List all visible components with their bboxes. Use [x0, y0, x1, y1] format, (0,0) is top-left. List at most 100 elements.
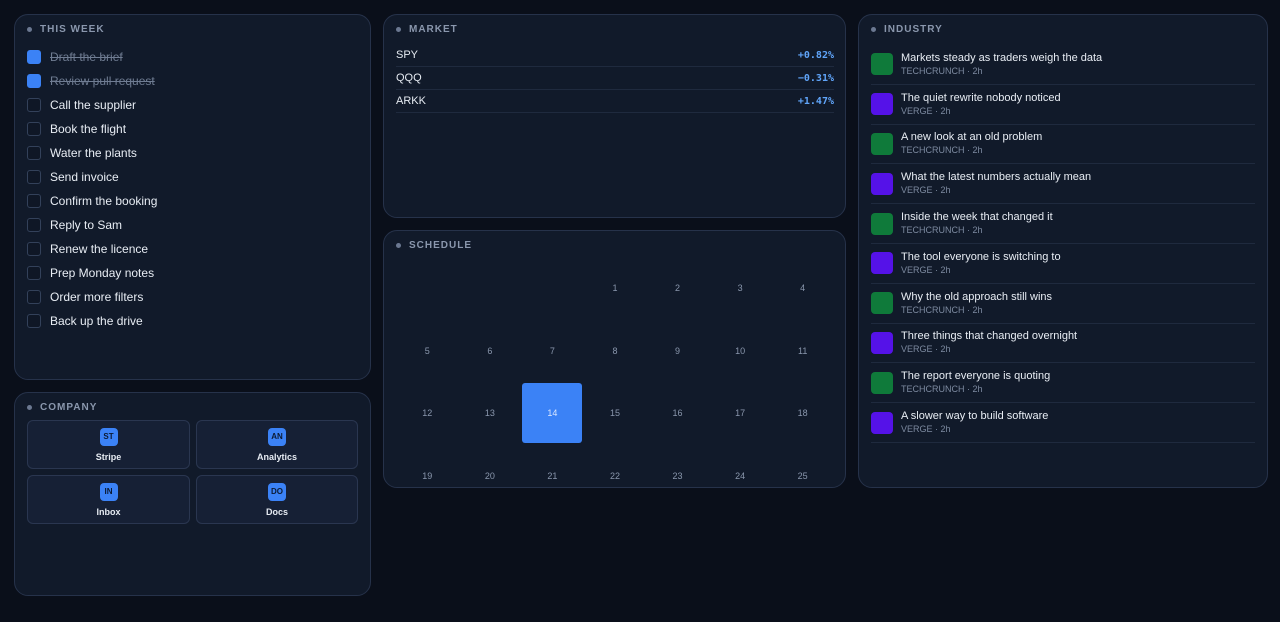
todo-label: Back up the drive [50, 314, 143, 328]
checkbox[interactable] [27, 98, 41, 112]
app-tile-stripe[interactable]: ST Stripe [27, 420, 190, 469]
calendar-day[interactable]: 17 [709, 382, 772, 445]
news-meta: TECHCRUNCH · 2h [901, 65, 983, 76]
calendar-day[interactable]: 22 [584, 445, 647, 488]
bullet-icon [27, 27, 32, 32]
news-meta: VERGE · 2h [901, 185, 951, 196]
todo-item[interactable]: Book the flight [27, 117, 357, 141]
checkbox[interactable] [27, 146, 41, 160]
app-tile-inbox[interactable]: IN Inbox [27, 475, 190, 524]
news-item[interactable]: A new look at an old problem TECHCRUNCH ·… [871, 125, 1255, 165]
checkbox[interactable] [27, 314, 41, 328]
app-tile-analytics[interactable]: AN Analytics [196, 420, 358, 469]
todo-item[interactable]: Order more filters [27, 285, 357, 309]
todo-item[interactable]: Draft the brief [27, 45, 357, 69]
news-body: The report everyone is quoting TECHCRUNCH… [901, 369, 1050, 396]
this-week-header: THIS WEEK [27, 24, 105, 35]
checkbox[interactable] [27, 50, 41, 64]
news-item[interactable]: Markets steady as traders weigh the data… [871, 45, 1255, 85]
todo-list: Draft the brief Review pull request Call… [27, 45, 357, 333]
todo-item[interactable]: Call the supplier [27, 93, 357, 117]
calendar-day[interactable]: 4 [771, 257, 834, 320]
app-name: Inbox [96, 506, 121, 517]
ticker-row[interactable]: QQQ −0.31% [396, 67, 834, 90]
news-body: The tool everyone is switching to VERGE ·… [901, 250, 1061, 277]
checkbox[interactable] [27, 122, 41, 136]
todo-item[interactable]: Prep Monday notes [27, 261, 357, 285]
todo-label: Draft the brief [50, 50, 123, 64]
news-item[interactable]: Three things that changed overnight VERGE… [871, 324, 1255, 364]
todo-item[interactable]: Back up the drive [27, 309, 357, 333]
calendar-day[interactable]: 5 [396, 320, 459, 383]
todo-item[interactable]: Confirm the booking [27, 189, 357, 213]
day-number: 7 [549, 345, 555, 356]
todo-label: Review pull request [50, 74, 155, 88]
calendar-day[interactable]: 24 [709, 445, 772, 488]
calendar-day[interactable]: 7 [521, 320, 584, 383]
todo-item[interactable]: Water the plants [27, 141, 357, 165]
checkbox[interactable] [27, 242, 41, 256]
news-item[interactable]: The quiet rewrite nobody noticed VERGE · … [871, 85, 1255, 125]
calendar-day[interactable]: 11 [771, 320, 834, 383]
todo-item[interactable]: Send invoice [27, 165, 357, 189]
checkbox[interactable] [27, 194, 41, 208]
todo-item[interactable]: Reply to Sam [27, 213, 357, 237]
news-title: The tool everyone is switching to [901, 250, 1061, 263]
checkbox[interactable] [27, 74, 41, 88]
day-number: 13 [484, 408, 495, 419]
checkbox[interactable] [27, 266, 41, 280]
news-body: Why the old approach still wins TECHCRUNC… [901, 290, 1052, 317]
calendar-day[interactable]: 10 [709, 320, 772, 383]
news-body: Three things that changed overnight VERGE… [901, 329, 1077, 356]
calendar-day[interactable]: 6 [459, 320, 522, 383]
calendar-day[interactable]: 3 [709, 257, 772, 320]
news-meta: VERGE · 2h [901, 344, 951, 355]
market-header: MARKET [396, 24, 458, 35]
news-title: A new look at an old problem [901, 131, 1043, 144]
calendar-day[interactable]: 12 [396, 382, 459, 445]
calendar-day[interactable]: 2 [646, 257, 709, 320]
source-logo-icon [871, 212, 893, 235]
source-logo-icon [871, 132, 893, 155]
checkbox[interactable] [27, 290, 41, 304]
todo-item[interactable]: Review pull request [27, 69, 357, 93]
news-item[interactable]: The tool everyone is switching to VERGE ·… [871, 244, 1255, 284]
ticker-list: SPY +0.82% QQQ −0.31% ARKK +1.47% [396, 44, 834, 113]
calendar-day[interactable]: 16 [646, 382, 709, 445]
calendar-day[interactable]: 1 [584, 257, 647, 320]
news-body: Markets steady as traders weigh the data… [901, 51, 1102, 78]
todo-label: Send invoice [50, 170, 119, 184]
ticker-row[interactable]: SPY +0.82% [396, 44, 834, 67]
app-tile-docs[interactable]: DO Docs [196, 475, 358, 524]
calendar-day[interactable]: 25 [771, 445, 834, 488]
news-item[interactable]: A slower way to build software VERGE · 2h [871, 403, 1255, 443]
day-number: 20 [484, 470, 495, 481]
news-meta: VERGE · 2h [901, 424, 951, 435]
calendar-day[interactable]: 23 [646, 445, 709, 488]
ticker-row[interactable]: ARKK +1.47% [396, 90, 834, 113]
news-item[interactable]: Why the old approach still wins TECHCRUNC… [871, 284, 1255, 324]
todo-label: Confirm the booking [50, 194, 158, 208]
app-name: Stripe [95, 451, 122, 462]
calendar-day-today[interactable]: 14 [521, 382, 584, 445]
calendar-day[interactable]: 15 [584, 382, 647, 445]
day-number: 18 [797, 408, 808, 419]
news-item[interactable]: Inside the week that changed it TECHCRUNC… [871, 204, 1255, 244]
source-logo-icon [871, 93, 893, 116]
day-number: 19 [422, 470, 433, 481]
calendar-day[interactable]: 21 [521, 445, 584, 488]
checkbox[interactable] [27, 218, 41, 232]
calendar-day[interactable]: 13 [459, 382, 522, 445]
news-item[interactable]: What the latest numbers actually mean VER… [871, 164, 1255, 205]
calendar-day[interactable]: 19 [396, 445, 459, 488]
todo-label: Prep Monday notes [50, 266, 155, 280]
calendar-day[interactable]: 18 [771, 382, 834, 445]
calendar-day[interactable]: 9 [646, 320, 709, 383]
industry-header: INDUSTRY [871, 24, 943, 35]
calendar-day[interactable]: 8 [584, 320, 647, 383]
checkbox[interactable] [27, 170, 41, 184]
news-item[interactable]: The report everyone is quoting TECHCRUNCH… [871, 363, 1255, 404]
todo-item[interactable]: Renew the licence [27, 237, 357, 261]
calendar-day[interactable]: 20 [459, 445, 522, 488]
source-logo-icon [871, 292, 893, 315]
